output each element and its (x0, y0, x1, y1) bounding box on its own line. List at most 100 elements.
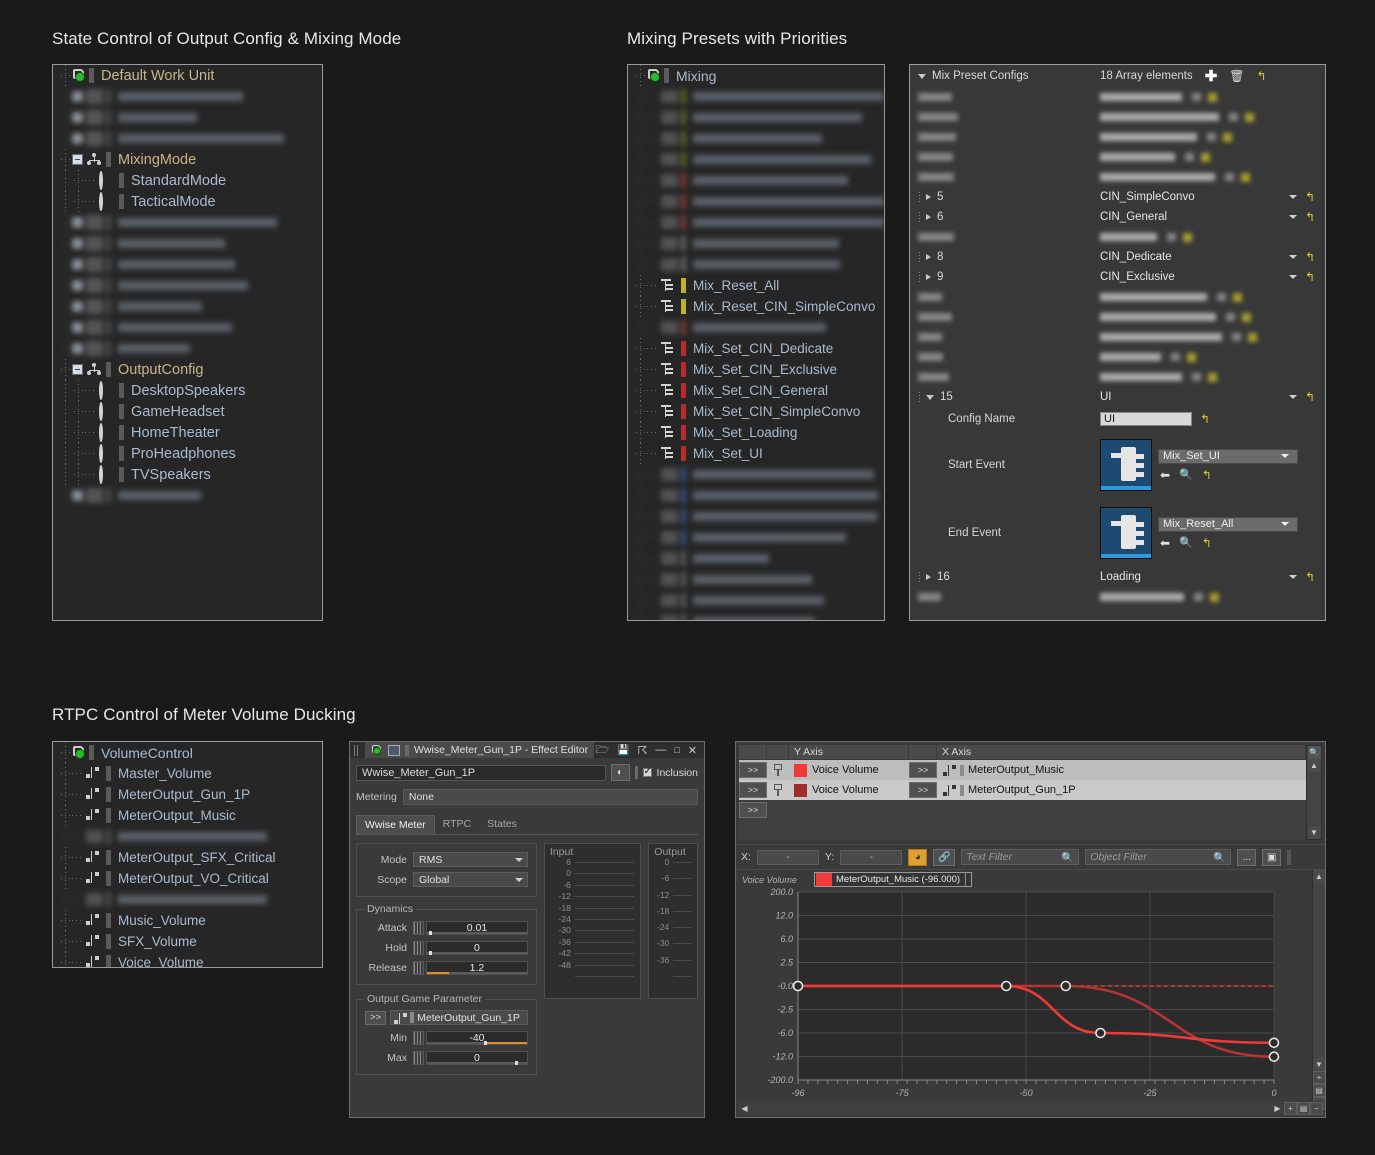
metering-value[interactable]: None (403, 789, 698, 805)
back-arrow-icon[interactable]: ⬅ (1160, 536, 1170, 550)
effect-tabs[interactable]: Wwise Meter RTPC States (356, 815, 698, 835)
expander-icon[interactable] (72, 259, 83, 270)
mix-preset-configs-panel[interactable]: Mix Preset Configs 18 Array elements ✚ 🗑… (909, 64, 1326, 621)
undo-icon[interactable]: ↰ (1305, 270, 1315, 284)
table-row[interactable] (910, 587, 1325, 607)
maximize-icon[interactable]: □ (674, 745, 679, 755)
list-item[interactable]: Mix_Set_UI (628, 443, 884, 464)
chevron-down-icon[interactable] (918, 74, 926, 79)
scroll-up-button[interactable]: ▲ (1313, 870, 1326, 883)
tree-state-item[interactable]: TVSpeakers (53, 464, 322, 485)
list-item[interactable] (628, 569, 884, 590)
effect-name-input[interactable]: Wwise_Meter_Gun_1P (356, 765, 606, 781)
tree-root[interactable]: VolumeControl (53, 742, 322, 763)
palette-icon[interactable]: ◐ (611, 764, 630, 781)
list-item[interactable] (53, 296, 322, 317)
list-item[interactable] (628, 464, 884, 485)
effect-editor-titlebar[interactable]: Wwise_Meter_Gun_1P - Effect Editor 🗁 💾 ☈… (350, 742, 704, 758)
list-item[interactable] (53, 826, 322, 847)
tree-state-item[interactable]: ProHeadphones (53, 443, 322, 464)
graph-toolbar[interactable]: X: - Y: - ◕ 🔗 Text Filter 🔍 Object Filter… (736, 844, 1325, 870)
object-filter-input[interactable]: Object Filter 🔍 (1085, 849, 1231, 865)
expander-icon[interactable] (72, 91, 83, 102)
zoom-fit-button[interactable]: ▤ (1313, 1084, 1326, 1097)
rtpc-curve-graph[interactable]: Voice Volume MeterOutput_Music (-96.000)… (736, 870, 1325, 1116)
curve-icon[interactable]: ◕ (908, 849, 927, 866)
table-row[interactable] (910, 367, 1325, 387)
pin-icon[interactable] (771, 763, 785, 777)
event-thumbnail[interactable] (1100, 507, 1152, 559)
list-item[interactable]: Mix_Reset_CIN_SimpleConvo (628, 296, 884, 317)
table-row[interactable] (910, 107, 1325, 127)
chevron-down-icon[interactable] (926, 395, 934, 400)
list-item[interactable]: Mix_Set_CIN_General (628, 380, 884, 401)
list-item[interactable] (628, 128, 884, 149)
list-item[interactable] (628, 107, 884, 128)
table-row[interactable] (910, 127, 1325, 147)
list-item[interactable] (628, 86, 884, 107)
scope-select[interactable]: Global (413, 872, 528, 887)
list-item[interactable] (53, 233, 322, 254)
rtpc-graph-panel[interactable]: Y Axis X Axis >> Voice Volume >> MeterOu… (735, 741, 1326, 1118)
table-row[interactable] (910, 227, 1325, 247)
table-row[interactable]: >> Voice Volume >> MeterOutput_Music (739, 760, 1306, 780)
list-item[interactable]: MeterOutput_VO_Critical (53, 868, 322, 889)
collapse-icon[interactable] (72, 364, 83, 375)
hzoom-in-button[interactable]: + (1284, 1102, 1297, 1115)
scroll-down-button[interactable]: ▼ (1313, 1058, 1326, 1071)
table-row[interactable] (910, 287, 1325, 307)
curve-color-swatch-0[interactable] (794, 764, 807, 777)
chevron-right-icon[interactable] (926, 574, 931, 580)
expander-icon[interactable] (72, 490, 83, 501)
table-row[interactable] (910, 167, 1325, 187)
tree-root[interactable]: Mixing (628, 65, 884, 86)
table-row[interactable]: 6 CIN_General ↰ (910, 207, 1325, 227)
list-item[interactable] (628, 548, 884, 569)
end-event-row[interactable]: End Event Mix_Reset_All ⬅ 🔍 ↰ (910, 499, 1325, 567)
expander-icon[interactable] (72, 280, 83, 291)
chevron-down-icon[interactable] (1289, 395, 1297, 399)
tree-group-output-config[interactable]: OutputConfig (53, 359, 322, 380)
undo-icon[interactable]: ↰ (1305, 570, 1315, 584)
list-item[interactable]: Mix_Set_CIN_Exclusive (628, 359, 884, 380)
list-item[interactable] (628, 506, 884, 527)
curve-settings-button[interactable]: ▣ (1262, 849, 1281, 866)
help-icon[interactable]: ☈ (637, 744, 647, 757)
list-item[interactable] (53, 212, 322, 233)
minimize-icon[interactable]: — (655, 744, 666, 756)
table-row[interactable] (910, 347, 1325, 367)
tab-rtpc[interactable]: RTPC (435, 815, 479, 834)
chevron-down-icon[interactable] (1289, 275, 1297, 279)
table-row[interactable] (910, 307, 1325, 327)
chevron-down-icon[interactable] (1289, 215, 1297, 219)
folder-icon[interactable]: 🗁 (595, 741, 609, 760)
x-browse-button-0[interactable]: >> (909, 762, 937, 778)
more-options-button[interactable]: ... (1237, 849, 1256, 866)
chevron-down-icon[interactable] (1289, 195, 1297, 199)
list-item[interactable]: Voice_Volume (53, 952, 322, 968)
undo-icon[interactable]: ↰ (1200, 412, 1210, 426)
table-row-expanded[interactable]: 15 UI ↰ (910, 387, 1325, 407)
tab-states[interactable]: States (479, 815, 525, 834)
list-item[interactable] (628, 317, 884, 338)
tree-state-item[interactable]: StandardMode (53, 170, 322, 191)
scroll-left-button[interactable]: ◀ (738, 1102, 751, 1115)
list-item[interactable] (53, 317, 322, 338)
table-row[interactable] (910, 327, 1325, 347)
hold-input[interactable]: 0 (426, 941, 528, 955)
search-icon[interactable]: 🔍 (1179, 536, 1193, 549)
add-curve-button[interactable]: >> (739, 802, 767, 818)
effect-editor-tab[interactable]: Wwise_Meter_Gun_1P - Effect Editor (365, 742, 594, 758)
save-icon[interactable]: 💾 (617, 745, 629, 756)
expander-icon[interactable] (72, 301, 83, 312)
list-item[interactable]: MeterOutput_Gun_1P (53, 784, 322, 805)
hzoom-out-button[interactable]: − (1310, 1102, 1323, 1115)
scroll-right-button[interactable]: ▶ (1271, 1102, 1284, 1115)
mixing-presets-tree-panel[interactable]: Mixing Mix_Reset_All Mix_Reset_CIN_Simpl… (627, 64, 885, 621)
tree-state-item[interactable]: GameHeadset (53, 401, 322, 422)
list-item[interactable] (628, 527, 884, 548)
table-row[interactable] (910, 87, 1325, 107)
x-browse-button-1[interactable]: >> (909, 782, 937, 798)
list-item[interactable]: Mix_Set_CIN_SimpleConvo (628, 401, 884, 422)
max-input[interactable]: 0 (426, 1051, 528, 1065)
